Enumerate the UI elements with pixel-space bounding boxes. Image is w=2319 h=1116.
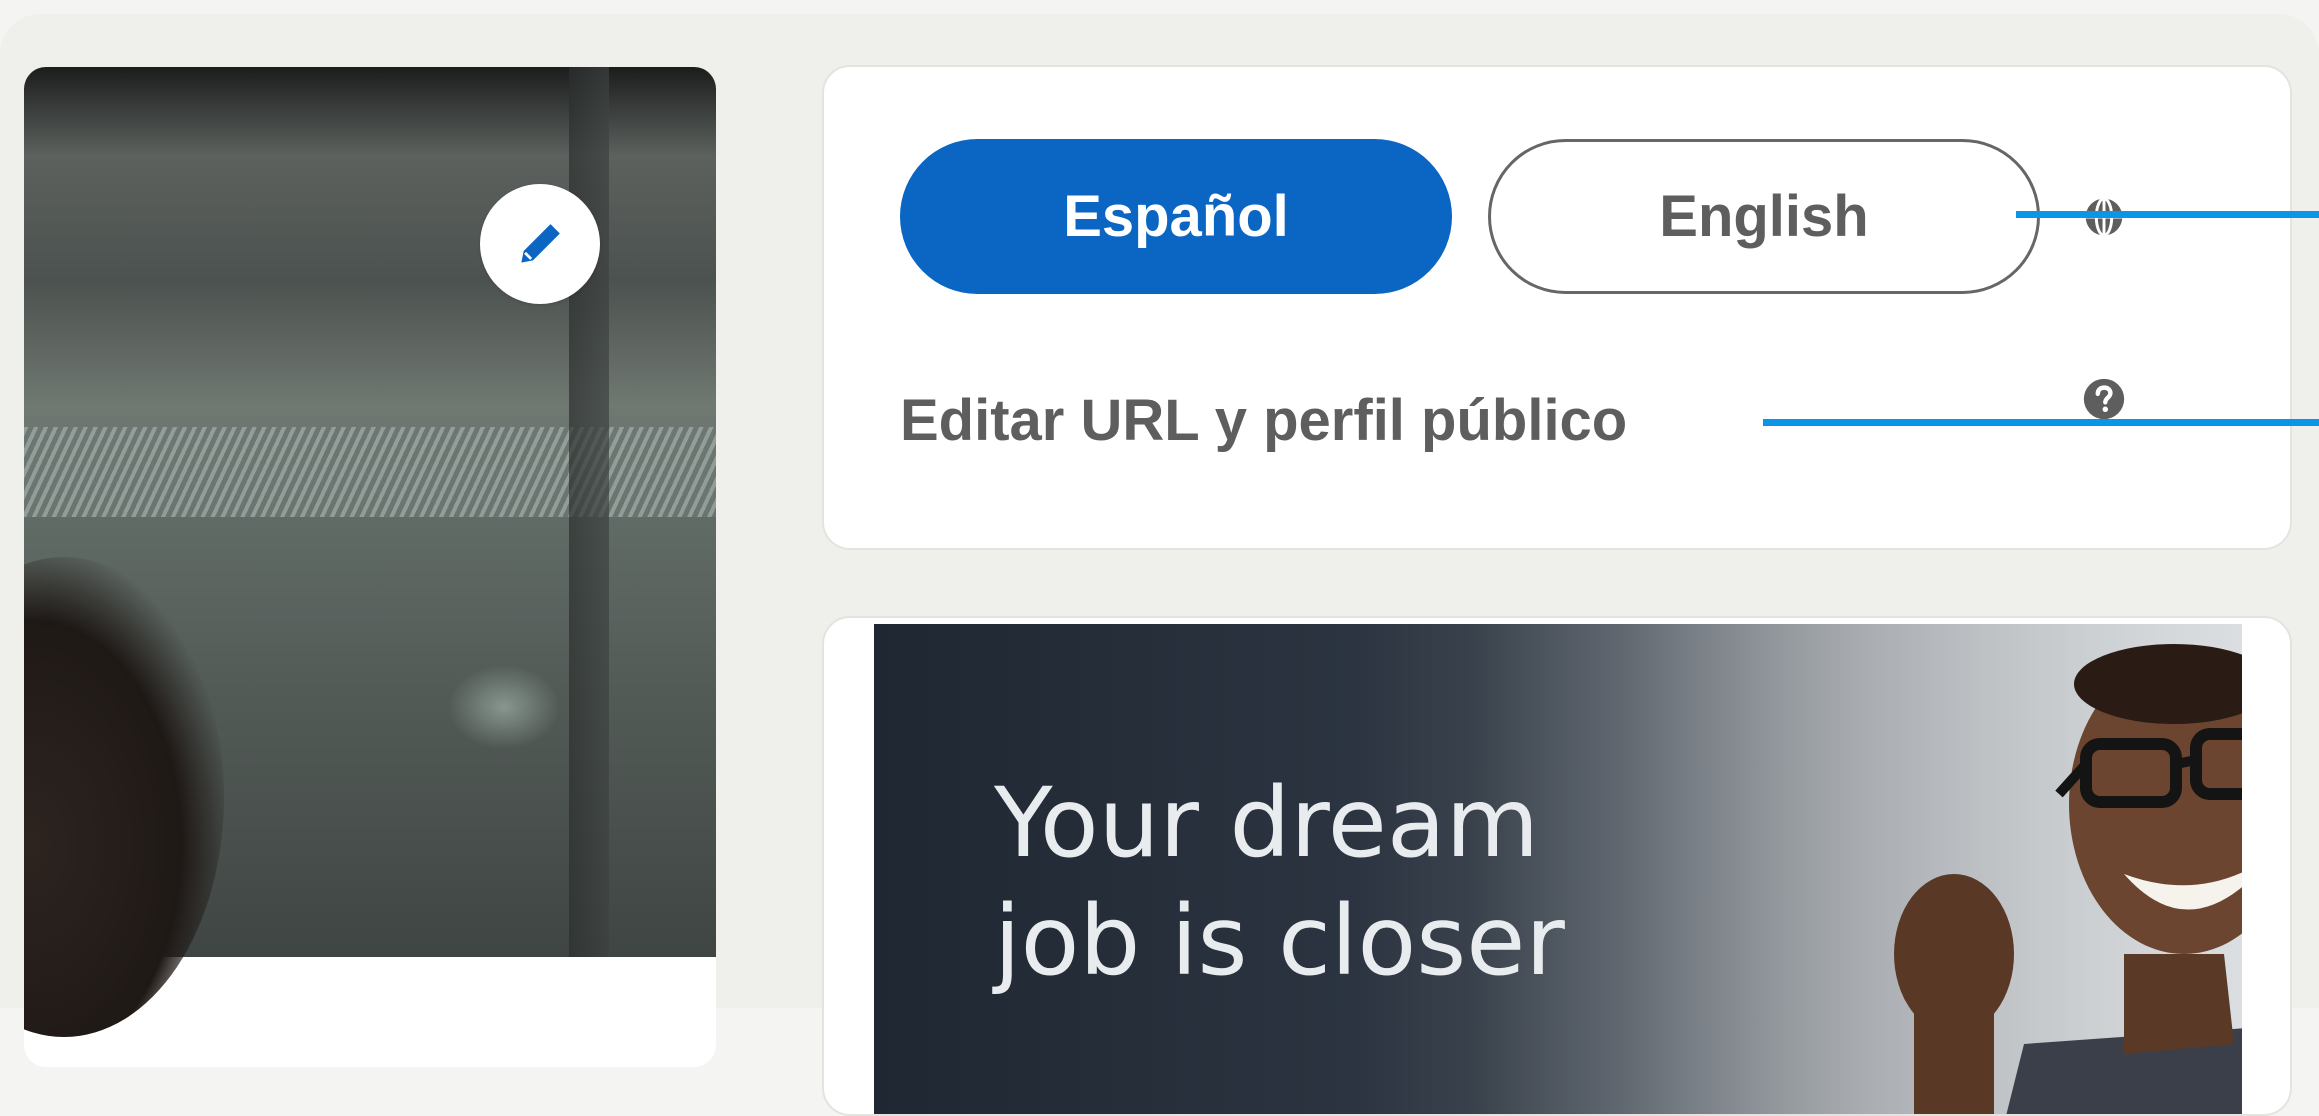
english-language-label: English (1659, 184, 1869, 249)
edit-public-profile-link[interactable]: Editar URL y perfil público (900, 387, 1627, 454)
question-mark-icon[interactable] (2082, 377, 2126, 421)
smiling-man-photo (1894, 644, 2242, 1114)
ad-image[interactable]: Your dream job is closer (874, 624, 2242, 1114)
language-settings-card: Español English Editar URL y perfil públ… (822, 65, 2292, 550)
edit-cover-button[interactable] (480, 184, 600, 304)
callout-line-public-profile (1763, 419, 2319, 426)
ad-card[interactable]: Your dream job is closer (822, 616, 2292, 1116)
english-language-button[interactable]: English (1488, 139, 2040, 294)
profile-cover-image (24, 67, 716, 1037)
callout-line-language (2016, 211, 2319, 218)
profile-card (24, 67, 716, 1067)
spanish-language-label: Español (1063, 184, 1289, 249)
pencil-icon (521, 224, 560, 263)
ad-headline: Your dream job is closer (994, 764, 1565, 1000)
ad-headline-line1: Your dream (994, 767, 1540, 879)
ad-headline-line2: job is closer (994, 885, 1565, 997)
spanish-language-button[interactable]: Español (900, 139, 1452, 294)
